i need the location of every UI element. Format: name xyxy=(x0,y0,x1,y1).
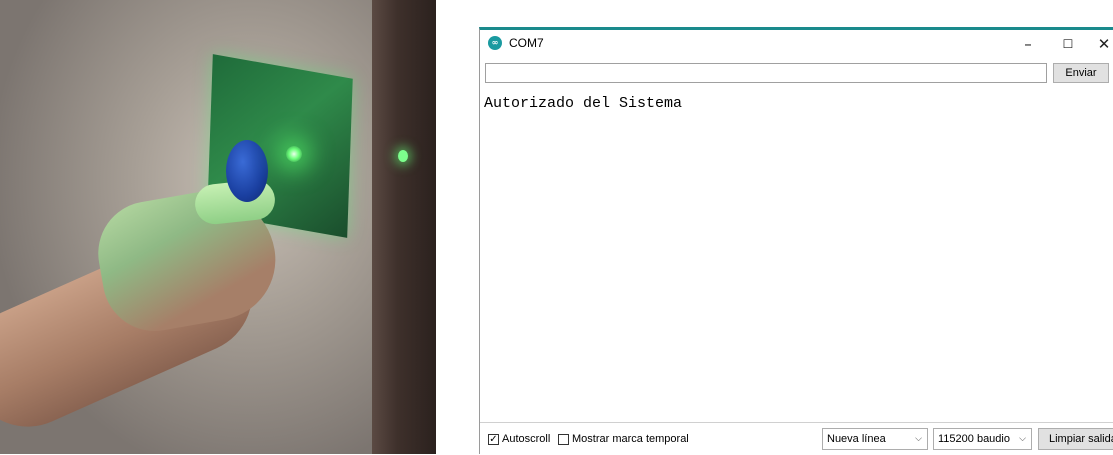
clear-output-button[interactable]: Limpiar salida xyxy=(1038,428,1113,450)
door-frame xyxy=(372,0,436,454)
maximize-button[interactable]: ☐ xyxy=(1048,30,1088,58)
send-input[interactable] xyxy=(485,63,1047,83)
serial-monitor-window: ∞ COM7 – ☐ ✕ Enviar Autorizado del Siste… xyxy=(479,27,1113,455)
timestamp-label[interactable]: Mostrar marca temporal xyxy=(572,433,689,445)
chevron-down-icon: ⌵ xyxy=(915,434,922,444)
autoscroll-label[interactable]: Autoscroll xyxy=(502,433,550,445)
minimize-button[interactable]: – xyxy=(1008,30,1048,58)
timestamp-checkbox[interactable] xyxy=(558,434,569,445)
line-ending-select[interactable]: Nueva línea ⌵ xyxy=(822,428,928,450)
chevron-down-icon: ⌵ xyxy=(1019,434,1026,444)
close-button[interactable]: ✕ xyxy=(1084,30,1113,58)
rfid-reader-photo xyxy=(0,0,436,454)
status-bar: ✓ Autoscroll Mostrar marca temporal Nuev… xyxy=(480,422,1113,455)
send-button[interactable]: Enviar xyxy=(1053,63,1109,83)
title-bar: ∞ COM7 – ☐ ✕ xyxy=(480,30,1113,58)
green-led xyxy=(286,146,302,162)
output-line: Autorizado del Sistema xyxy=(484,95,683,112)
led-reflection xyxy=(398,150,408,162)
baud-rate-select[interactable]: 115200 baudio ⌵ xyxy=(933,428,1032,450)
send-row: Enviar xyxy=(485,63,1113,85)
window-title: COM7 xyxy=(509,36,544,50)
arduino-icon: ∞ xyxy=(488,36,502,50)
line-ending-value: Nueva línea xyxy=(827,433,886,445)
rfid-tag xyxy=(226,140,268,202)
baud-rate-value: 115200 baudio xyxy=(938,433,1010,445)
autoscroll-checkbox[interactable]: ✓ xyxy=(488,434,499,445)
serial-output[interactable]: Autorizado del Sistema xyxy=(482,91,1113,419)
